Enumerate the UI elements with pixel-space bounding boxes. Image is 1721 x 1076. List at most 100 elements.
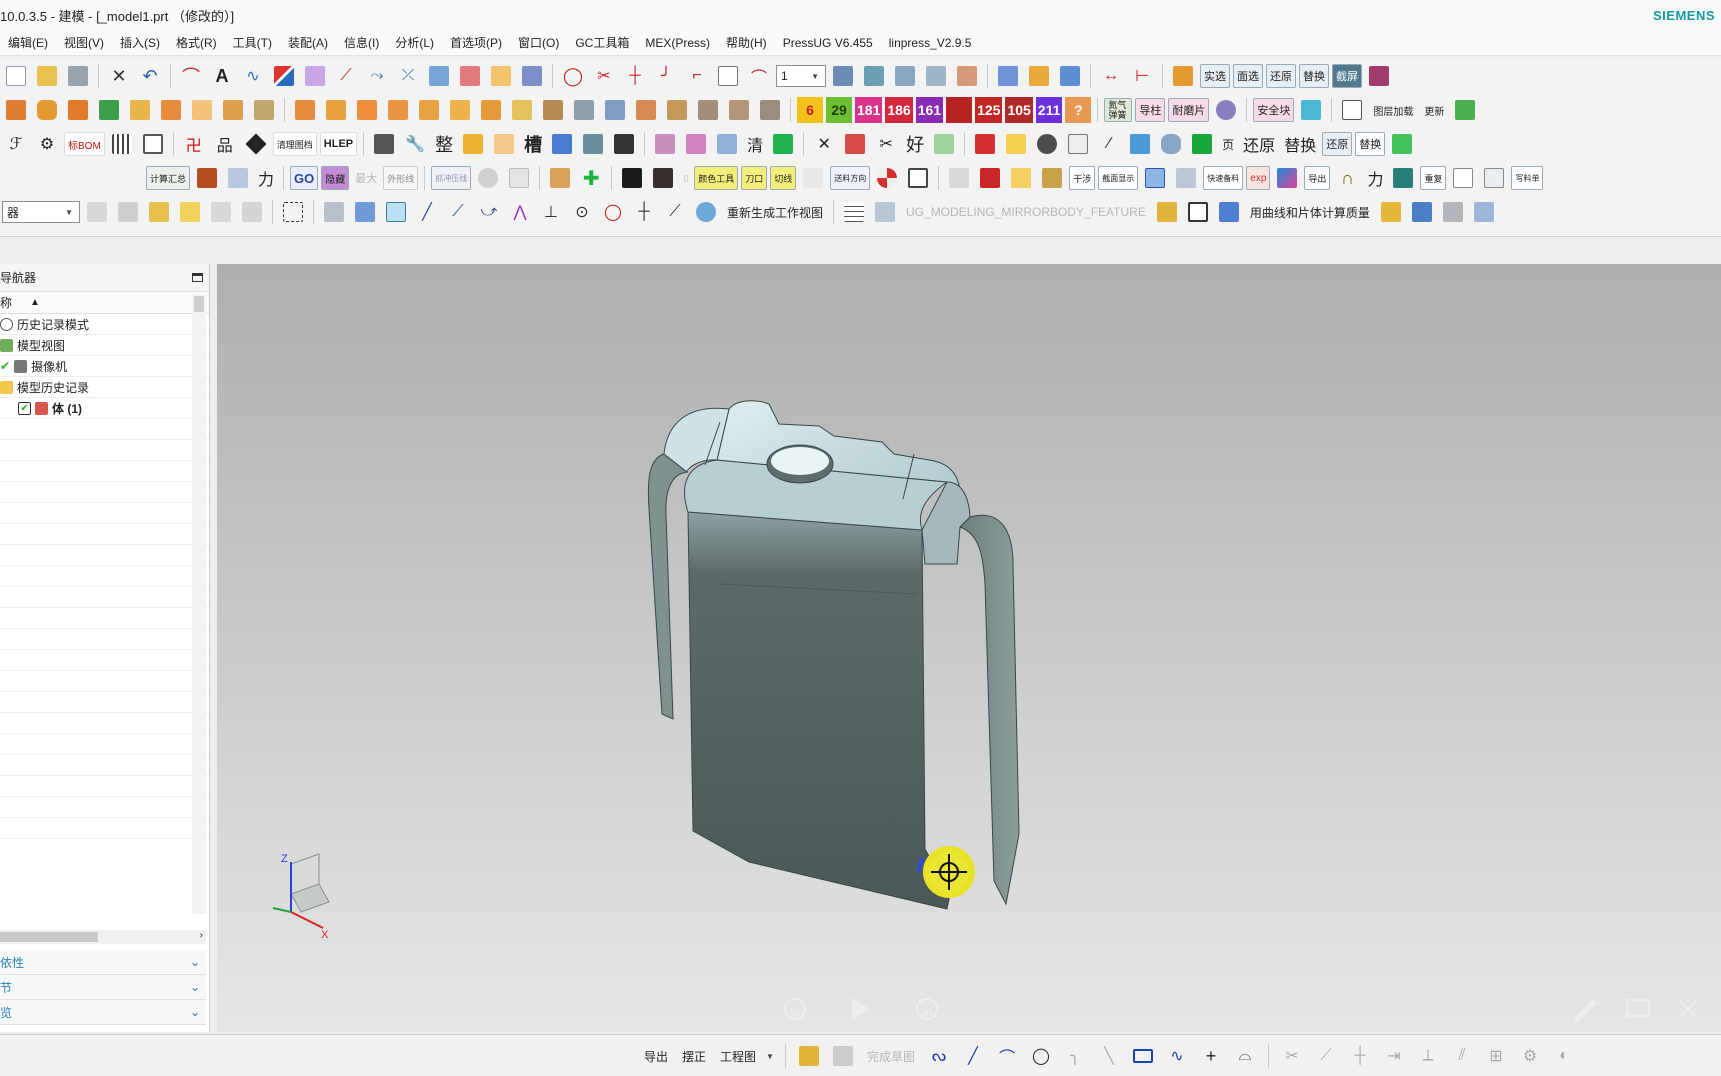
move-to-layer-icon[interactable] bbox=[922, 62, 950, 90]
split-curve-icon[interactable]: ⤫ bbox=[394, 62, 422, 90]
book-icon[interactable] bbox=[1365, 62, 1393, 90]
stack-blue-icon[interactable] bbox=[1408, 198, 1436, 226]
number-button-72[interactable]: 72 bbox=[946, 97, 973, 123]
stack-yellow-icon[interactable] bbox=[1377, 198, 1405, 226]
navigator-vertical-scrollbar[interactable] bbox=[192, 294, 206, 914]
dimension-icon[interactable]: ℱ bbox=[2, 130, 30, 158]
block-blue-icon[interactable] bbox=[1470, 198, 1498, 226]
window-layout-icon[interactable] bbox=[1338, 96, 1366, 124]
menu-view[interactable]: 视图(V) bbox=[56, 34, 112, 51]
layout-icon[interactable] bbox=[1064, 130, 1092, 158]
arc-icon[interactable]: ◯ bbox=[559, 62, 587, 90]
bom-label-button[interactable]: 标BOM bbox=[64, 132, 105, 156]
snap-midpoint-icon[interactable]: ⟋ bbox=[444, 198, 472, 226]
sheet-tool-icon[interactable] bbox=[1297, 96, 1325, 124]
red-tool-icon[interactable]: 卍 bbox=[180, 130, 208, 158]
pie-icon[interactable] bbox=[873, 164, 901, 192]
hide-line-button[interactable]: 隐藏 bbox=[321, 166, 350, 190]
interference-button[interactable]: 干涉 bbox=[1069, 166, 1096, 190]
open-folder-icon[interactable] bbox=[33, 62, 61, 90]
screenshot-button[interactable]: 截屏 bbox=[1332, 64, 1362, 88]
filter-faded-icon[interactable] bbox=[83, 198, 111, 226]
mirror-feature-icon[interactable] bbox=[871, 198, 899, 226]
arc-sketch-icon[interactable]: ⌒ bbox=[993, 1042, 1021, 1070]
red-box-icon[interactable] bbox=[976, 164, 1004, 192]
frame-icon[interactable] bbox=[139, 130, 167, 158]
slot-button[interactable]: 槽 bbox=[521, 132, 545, 156]
bend-icon[interactable] bbox=[632, 96, 660, 124]
block-icon[interactable] bbox=[2, 96, 30, 124]
fillet-faded-icon[interactable]: ╮ bbox=[1061, 1042, 1089, 1070]
solid-button[interactable]: 还原 bbox=[1240, 132, 1278, 156]
hole-icon[interactable] bbox=[188, 96, 216, 124]
arc-faded-icon[interactable] bbox=[505, 164, 533, 192]
orange-block-icon[interactable] bbox=[490, 130, 518, 158]
wrench-icon[interactable]: 🔧 bbox=[401, 130, 429, 158]
join-curve-icon[interactable]: ⤳ bbox=[363, 62, 391, 90]
tools-crossed-icon[interactable] bbox=[1439, 198, 1467, 226]
menu-insert[interactable]: 插入(S) bbox=[112, 34, 168, 51]
wcs-icon[interactable] bbox=[994, 62, 1022, 90]
snap-quadrant-icon[interactable]: ◯ bbox=[599, 198, 627, 226]
offset-curve-icon[interactable] bbox=[270, 62, 298, 90]
force-2-button[interactable]: 力 bbox=[1364, 166, 1386, 190]
clean-drawing-button[interactable]: 清理图档 bbox=[272, 132, 317, 156]
snap-icon[interactable] bbox=[145, 198, 173, 226]
menu-pressug[interactable]: PressUG V6.455 bbox=[775, 36, 881, 50]
trim-body-icon[interactable] bbox=[415, 96, 443, 124]
settings-gear-icon[interactable] bbox=[1212, 96, 1240, 124]
viewport-canvas[interactable]: Z X 10 30 bbox=[217, 264, 1721, 1032]
isoparametric-curve-icon[interactable] bbox=[518, 62, 546, 90]
finish-sketch-button[interactable]: 完成草图 bbox=[863, 1048, 919, 1065]
bridge-curve-icon[interactable]: ⟋ bbox=[332, 62, 360, 90]
weight-button[interactable]: 重复 bbox=[1420, 166, 1447, 190]
dimension-tool-icon[interactable]: ⚙ bbox=[33, 130, 61, 158]
maximize-icon[interactable] bbox=[192, 273, 203, 282]
rectangle-icon[interactable] bbox=[1129, 1042, 1157, 1070]
table-grid-icon[interactable] bbox=[840, 198, 868, 226]
number-button-181[interactable]: 181 bbox=[855, 97, 883, 123]
tree-item-history-mode[interactable]: 历史记录模式 bbox=[0, 314, 209, 335]
flange-icon[interactable] bbox=[663, 96, 691, 124]
unite-icon[interactable] bbox=[95, 96, 123, 124]
restore-button[interactable]: 还原 bbox=[1266, 64, 1296, 88]
navigator-column-header[interactable]: 称 ▲ bbox=[0, 292, 209, 314]
checkbox-icon[interactable]: ✔ bbox=[18, 401, 31, 415]
pattern-icon[interactable] bbox=[64, 96, 92, 124]
grid-gray-icon[interactable] bbox=[945, 164, 973, 192]
drawing-button[interactable]: 工程图 bbox=[716, 1048, 760, 1065]
round-faded-icon[interactable] bbox=[474, 164, 502, 192]
navigator-horizontal-scrollbar[interactable]: › bbox=[0, 930, 206, 944]
transform-faded-icon[interactable] bbox=[207, 198, 235, 226]
menu-edit[interactable]: 编辑(E) bbox=[0, 34, 56, 51]
text-icon[interactable]: A bbox=[208, 62, 236, 90]
panel-preview[interactable]: 览 ⌄ bbox=[0, 1000, 206, 1025]
red-cube-icon[interactable] bbox=[971, 130, 999, 158]
green-flag-2-icon[interactable] bbox=[1188, 130, 1216, 158]
spring-button[interactable]: 页 bbox=[1219, 132, 1237, 156]
relations-faded-icon[interactable]: ⚙ bbox=[1516, 1042, 1544, 1070]
number-button-6[interactable]: 6 bbox=[797, 97, 823, 123]
pocket-icon[interactable] bbox=[250, 96, 278, 124]
point-icon[interactable]: + bbox=[1197, 1042, 1225, 1070]
green-flag-icon[interactable] bbox=[769, 130, 797, 158]
bars-chart-icon[interactable] bbox=[1153, 198, 1181, 226]
tree-item-model-history[interactable]: 模型历史记录 bbox=[0, 377, 209, 398]
wear-plate-button[interactable]: 耐磨片 bbox=[1168, 98, 1210, 122]
menu-linpress[interactable]: linpress_V2.9.5 bbox=[881, 36, 980, 50]
menu-gc-toolbox[interactable]: GC工具箱 bbox=[567, 34, 637, 51]
tree-item-body[interactable]: ✔ 体 (1) ✔ bbox=[0, 398, 209, 419]
selection-filter-select[interactable]: 器 ▼ bbox=[2, 201, 80, 223]
circle-icon[interactable]: ◯ bbox=[1027, 1042, 1055, 1070]
mass-calc-button[interactable]: 用曲线和片体计算质量 bbox=[1246, 204, 1374, 221]
fillet-curve-icon[interactable]: ╯ bbox=[652, 62, 680, 90]
arrow-right-icon[interactable] bbox=[618, 164, 646, 192]
scroll-thumb[interactable] bbox=[0, 932, 98, 942]
sketch-icon[interactable] bbox=[795, 1042, 823, 1070]
pointer-faded-icon[interactable] bbox=[114, 198, 142, 226]
stack-icon[interactable] bbox=[370, 130, 398, 158]
finish-sketch-faded-icon[interactable] bbox=[829, 1042, 857, 1070]
restore-2-button[interactable]: 还原 bbox=[1322, 132, 1353, 156]
pink-box-icon[interactable] bbox=[682, 130, 710, 158]
scissors-icon[interactable]: ✂ bbox=[872, 130, 900, 158]
